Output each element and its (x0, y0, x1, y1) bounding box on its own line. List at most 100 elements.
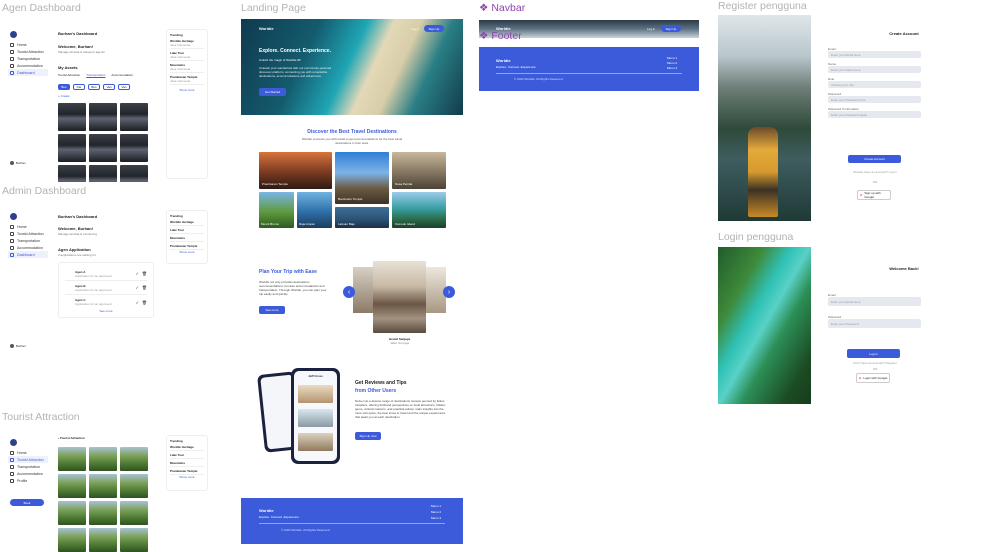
trending-item[interactable]: Mountains Java Indonesia (170, 61, 204, 73)
asset-card[interactable] (120, 134, 148, 162)
sidebar-item-transportation[interactable]: Transportation (8, 237, 48, 244)
trending-item[interactable]: Lake Tour Java Indonesia (170, 49, 204, 61)
trending-item[interactable]: Worldie Heritage (170, 443, 204, 451)
password-field[interactable]: Enter your Password here (828, 96, 921, 103)
email-field[interactable]: Enter your Email Here (828, 51, 921, 58)
carousel-next-icon[interactable]: › (443, 286, 455, 298)
tab-tourist[interactable]: Tourist Attraction (58, 73, 80, 77)
carousel-prev-icon[interactable]: ‹ (343, 286, 355, 298)
asset-card[interactable] (89, 165, 117, 182)
trending-item[interactable]: Worldie Heritage (170, 218, 204, 226)
trending-item[interactable]: Prambanan Temple (170, 242, 204, 250)
create-button[interactable]: + Create (58, 94, 70, 98)
sidebar-item-accommodation[interactable]: Accommodation (8, 244, 48, 251)
sidebar-item-tourist[interactable]: Tourist Attraction (8, 230, 48, 237)
destination-card[interactable]: Mount Bromo (259, 192, 294, 228)
navbar-signup-button[interactable]: Sign Up (661, 25, 681, 32)
nav-login-link[interactable]: Log in (411, 27, 419, 31)
asset-card[interactable] (58, 165, 86, 182)
chip[interactable]: Van (118, 84, 130, 90)
chip[interactable]: Car (73, 84, 85, 90)
trending-item[interactable]: Lake Tour (170, 226, 204, 234)
sidebar-item-transportation[interactable]: Transportation (8, 463, 48, 470)
delete-icon[interactable]: 🗑 (142, 300, 147, 305)
google-signup-button[interactable]: G Sign up with Google (857, 190, 891, 200)
sidebar-item-accommodation[interactable]: Accommodation (8, 62, 48, 69)
chip[interactable]: Bus (88, 84, 100, 90)
user-profile[interactable]: Burhan (10, 344, 26, 348)
chip[interactable]: Bus (58, 84, 70, 90)
attraction-card[interactable] (89, 501, 117, 525)
signup-now-button[interactable]: Sign Up now (355, 432, 381, 440)
attraction-card[interactable] (120, 501, 148, 525)
asset-card[interactable] (120, 165, 148, 182)
user-profile[interactable]: Burhan (10, 161, 26, 165)
approve-icon[interactable]: ✓ (136, 271, 139, 276)
sidebar-item-tourist[interactable]: Tourist Attraction (8, 48, 48, 55)
sidebar-item-tourist[interactable]: Tourist Attraction (8, 456, 48, 463)
create-account-button[interactable]: Create Account (848, 155, 901, 163)
trending-see-all[interactable]: Show more (170, 88, 204, 92)
footer-menu-3[interactable]: Menu 3 (667, 66, 677, 70)
approve-icon[interactable]: ✓ (136, 300, 139, 305)
sidebar-item-profile[interactable]: Profile (8, 477, 48, 484)
attraction-card[interactable] (58, 447, 86, 471)
footer-menu-1[interactable]: Menu 1 (431, 504, 441, 508)
sidebar-item-dashboard[interactable]: Dashboard (8, 251, 48, 258)
trending-item[interactable]: Lake Tour (170, 451, 204, 459)
destination-card[interactable]: Komodo Island (392, 192, 446, 228)
footer-menu-2[interactable]: Menu 2 (667, 61, 677, 65)
login-link[interactable]: Already have an account? Log in (830, 170, 920, 174)
destination-card[interactable]: Prambanan Temple (259, 152, 332, 189)
brand-logo[interactable]: Worldie (259, 26, 274, 31)
sidebar-item-accommodation[interactable]: Accommodation (8, 470, 48, 477)
tab-accommodation[interactable]: Accommodation (111, 73, 133, 77)
asset-card[interactable] (120, 103, 148, 131)
destination-card[interactable]: Nusa Penida (392, 152, 446, 189)
attraction-card[interactable] (120, 474, 148, 498)
destination-card[interactable]: Borobudur Temple (335, 152, 389, 204)
password-field[interactable]: Enter your Password (828, 319, 921, 328)
attraction-card[interactable] (58, 474, 86, 498)
sidebar-item-dashboard[interactable]: Dashboard (8, 69, 48, 76)
trending-item[interactable]: Prambanan Temple (170, 467, 204, 475)
get-started-button[interactable]: Get Started (259, 88, 286, 96)
sidebar-item-home[interactable]: Home (8, 223, 48, 230)
trending-see-all[interactable]: Show more (170, 475, 204, 479)
trending-item[interactable]: Prambanan Temple Java Indonesia (170, 73, 204, 85)
see-more-button[interactable]: See more (259, 306, 285, 314)
attraction-card[interactable] (89, 528, 117, 552)
trending-see-all[interactable]: Show more (170, 250, 204, 254)
asset-card[interactable] (89, 103, 117, 131)
trending-item[interactable]: Mountains (170, 234, 204, 242)
footer-menu-3[interactable]: Menu 3 (431, 516, 441, 520)
see-more-link[interactable]: See more (65, 309, 147, 313)
nav-signup-button[interactable]: Sign Up (424, 25, 444, 32)
attraction-card[interactable] (58, 528, 86, 552)
attraction-card[interactable] (89, 474, 117, 498)
google-login-button[interactable]: G Login with Google (856, 373, 890, 383)
role-select[interactable]: Choose your role (828, 81, 921, 88)
sidebar-item-home[interactable]: Home (8, 41, 48, 48)
sidebar-item-home[interactable]: Home (8, 449, 48, 456)
sidebar-item-transportation[interactable]: Transportation (8, 55, 48, 62)
destination-card[interactable]: Raja Ampat (297, 192, 332, 228)
approve-icon[interactable]: ✓ (136, 285, 139, 290)
register-link[interactable]: Don't have an account? Register (830, 361, 920, 365)
attraction-card[interactable] (58, 501, 86, 525)
tab-transportation[interactable]: Transportation (86, 73, 105, 77)
attraction-card[interactable] (120, 528, 148, 552)
destination-card[interactable]: Labuan Bajo (335, 207, 389, 228)
trending-item[interactable]: Mountains (170, 459, 204, 467)
asset-card[interactable] (58, 103, 86, 131)
footer-menu-2[interactable]: Menu 2 (431, 510, 441, 514)
chip[interactable]: Van (103, 84, 115, 90)
attraction-card[interactable] (120, 447, 148, 471)
footer-menu-1[interactable]: Menu 1 (667, 56, 677, 60)
delete-icon[interactable]: 🗑 (142, 271, 147, 276)
asset-card[interactable] (89, 134, 117, 162)
book-button[interactable]: Book (10, 499, 44, 506)
trending-item[interactable]: Worldie Heritage Java Indonesia (170, 37, 204, 49)
carousel-main-image[interactable] (373, 261, 426, 333)
attraction-card[interactable] (89, 447, 117, 471)
